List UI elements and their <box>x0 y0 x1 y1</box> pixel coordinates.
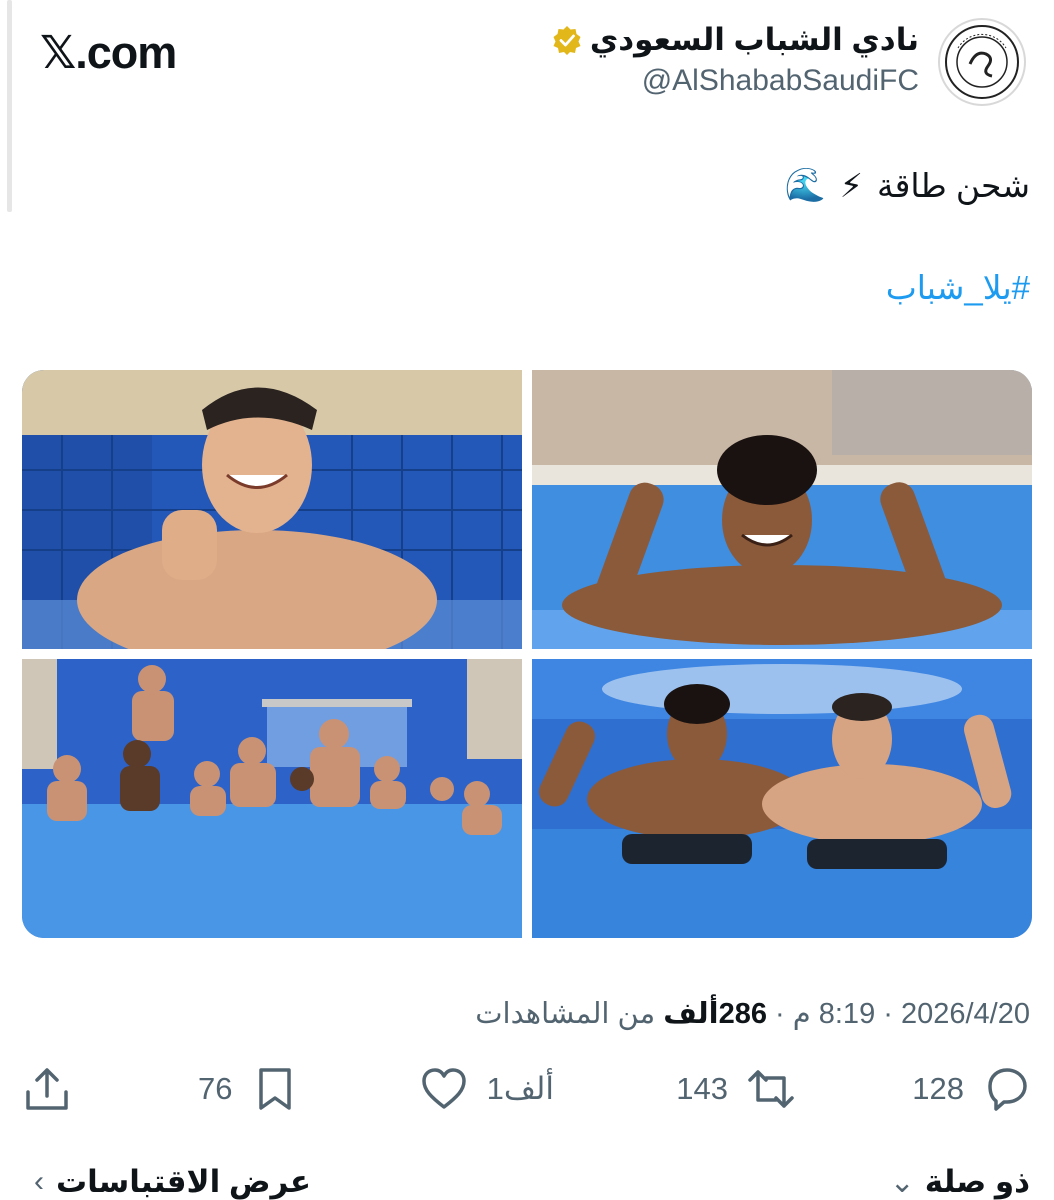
media-photo-1[interactable] <box>22 370 522 649</box>
media-photo-4[interactable] <box>532 659 1032 938</box>
like-button[interactable]: 1ألف <box>419 1064 554 1114</box>
thread-rule <box>7 0 12 212</box>
reply-count: 128 <box>912 1071 964 1106</box>
tweet-meta-line: 2026/4/20 · 8:19 م · 286ألف من المشاهدات <box>475 996 1030 1031</box>
club-crest-icon <box>945 25 1019 99</box>
site-brand-logo: 𝕏.com <box>40 27 177 78</box>
tweet-date[interactable]: 2026/4/20 <box>901 998 1030 1030</box>
meta-separator-2: · <box>766 998 793 1030</box>
share-button[interactable] <box>22 1064 72 1114</box>
media-photo-3[interactable] <box>22 659 522 938</box>
share-icon <box>26 1068 68 1110</box>
photo-2-image <box>532 370 1032 649</box>
bookmark-icon <box>259 1068 292 1110</box>
chevron-down-icon: ⌄ <box>889 1165 915 1199</box>
heart-icon <box>421 1068 466 1109</box>
bookmark-count: 76 <box>198 1071 233 1106</box>
view-quotes-link[interactable]: ‹ عرض الاقتباسات <box>34 1164 311 1200</box>
photo-1-image <box>22 370 522 649</box>
author-handle[interactable]: @AlShababSaudiFC <box>642 64 919 98</box>
avatar[interactable] <box>938 18 1026 106</box>
reply-button[interactable]: 128 <box>912 1064 1032 1114</box>
wave-emoji-icon: 🌊 <box>784 166 826 203</box>
media-grid <box>22 370 1032 938</box>
chevron-left-icon: ‹ <box>34 1165 44 1198</box>
hashtag-link[interactable]: #يلا_شباب <box>886 268 1030 307</box>
photo-3-image <box>22 659 522 938</box>
meta-separator: · <box>875 998 901 1030</box>
author-display-name[interactable]: نادي الشباب السعودي <box>590 22 919 58</box>
reply-icon <box>988 1068 1027 1111</box>
views-count: 286ألف <box>663 998 767 1030</box>
author-name-row[interactable]: نادي الشباب السعودي <box>552 22 919 58</box>
retweet-icon <box>748 1070 794 1108</box>
related-label: ذو صلة <box>924 1164 1030 1199</box>
related-link[interactable]: ذو صلة ⌄ <box>890 1164 1030 1200</box>
retweet-count: 143 <box>676 1071 728 1106</box>
view-quotes-label: عرض الاقتباسات <box>56 1164 312 1199</box>
media-photo-2[interactable] <box>532 370 1032 649</box>
verified-badge-icon <box>553 26 581 55</box>
tweet-text-body: شحن طاقة <box>876 167 1030 204</box>
tweet-text: شحن طاقة ⚡ 🌊 <box>785 166 1030 205</box>
lightning-emoji-icon: ⚡ <box>839 167 863 204</box>
photo-4-image <box>532 659 1032 938</box>
like-count: 1ألف <box>486 1071 554 1106</box>
bookmark-button[interactable]: 76 <box>198 1064 300 1114</box>
tweet-time[interactable]: 8:19 م <box>793 998 875 1030</box>
views-label: من المشاهدات <box>475 998 664 1030</box>
retweet-button[interactable]: 143 <box>676 1064 796 1114</box>
